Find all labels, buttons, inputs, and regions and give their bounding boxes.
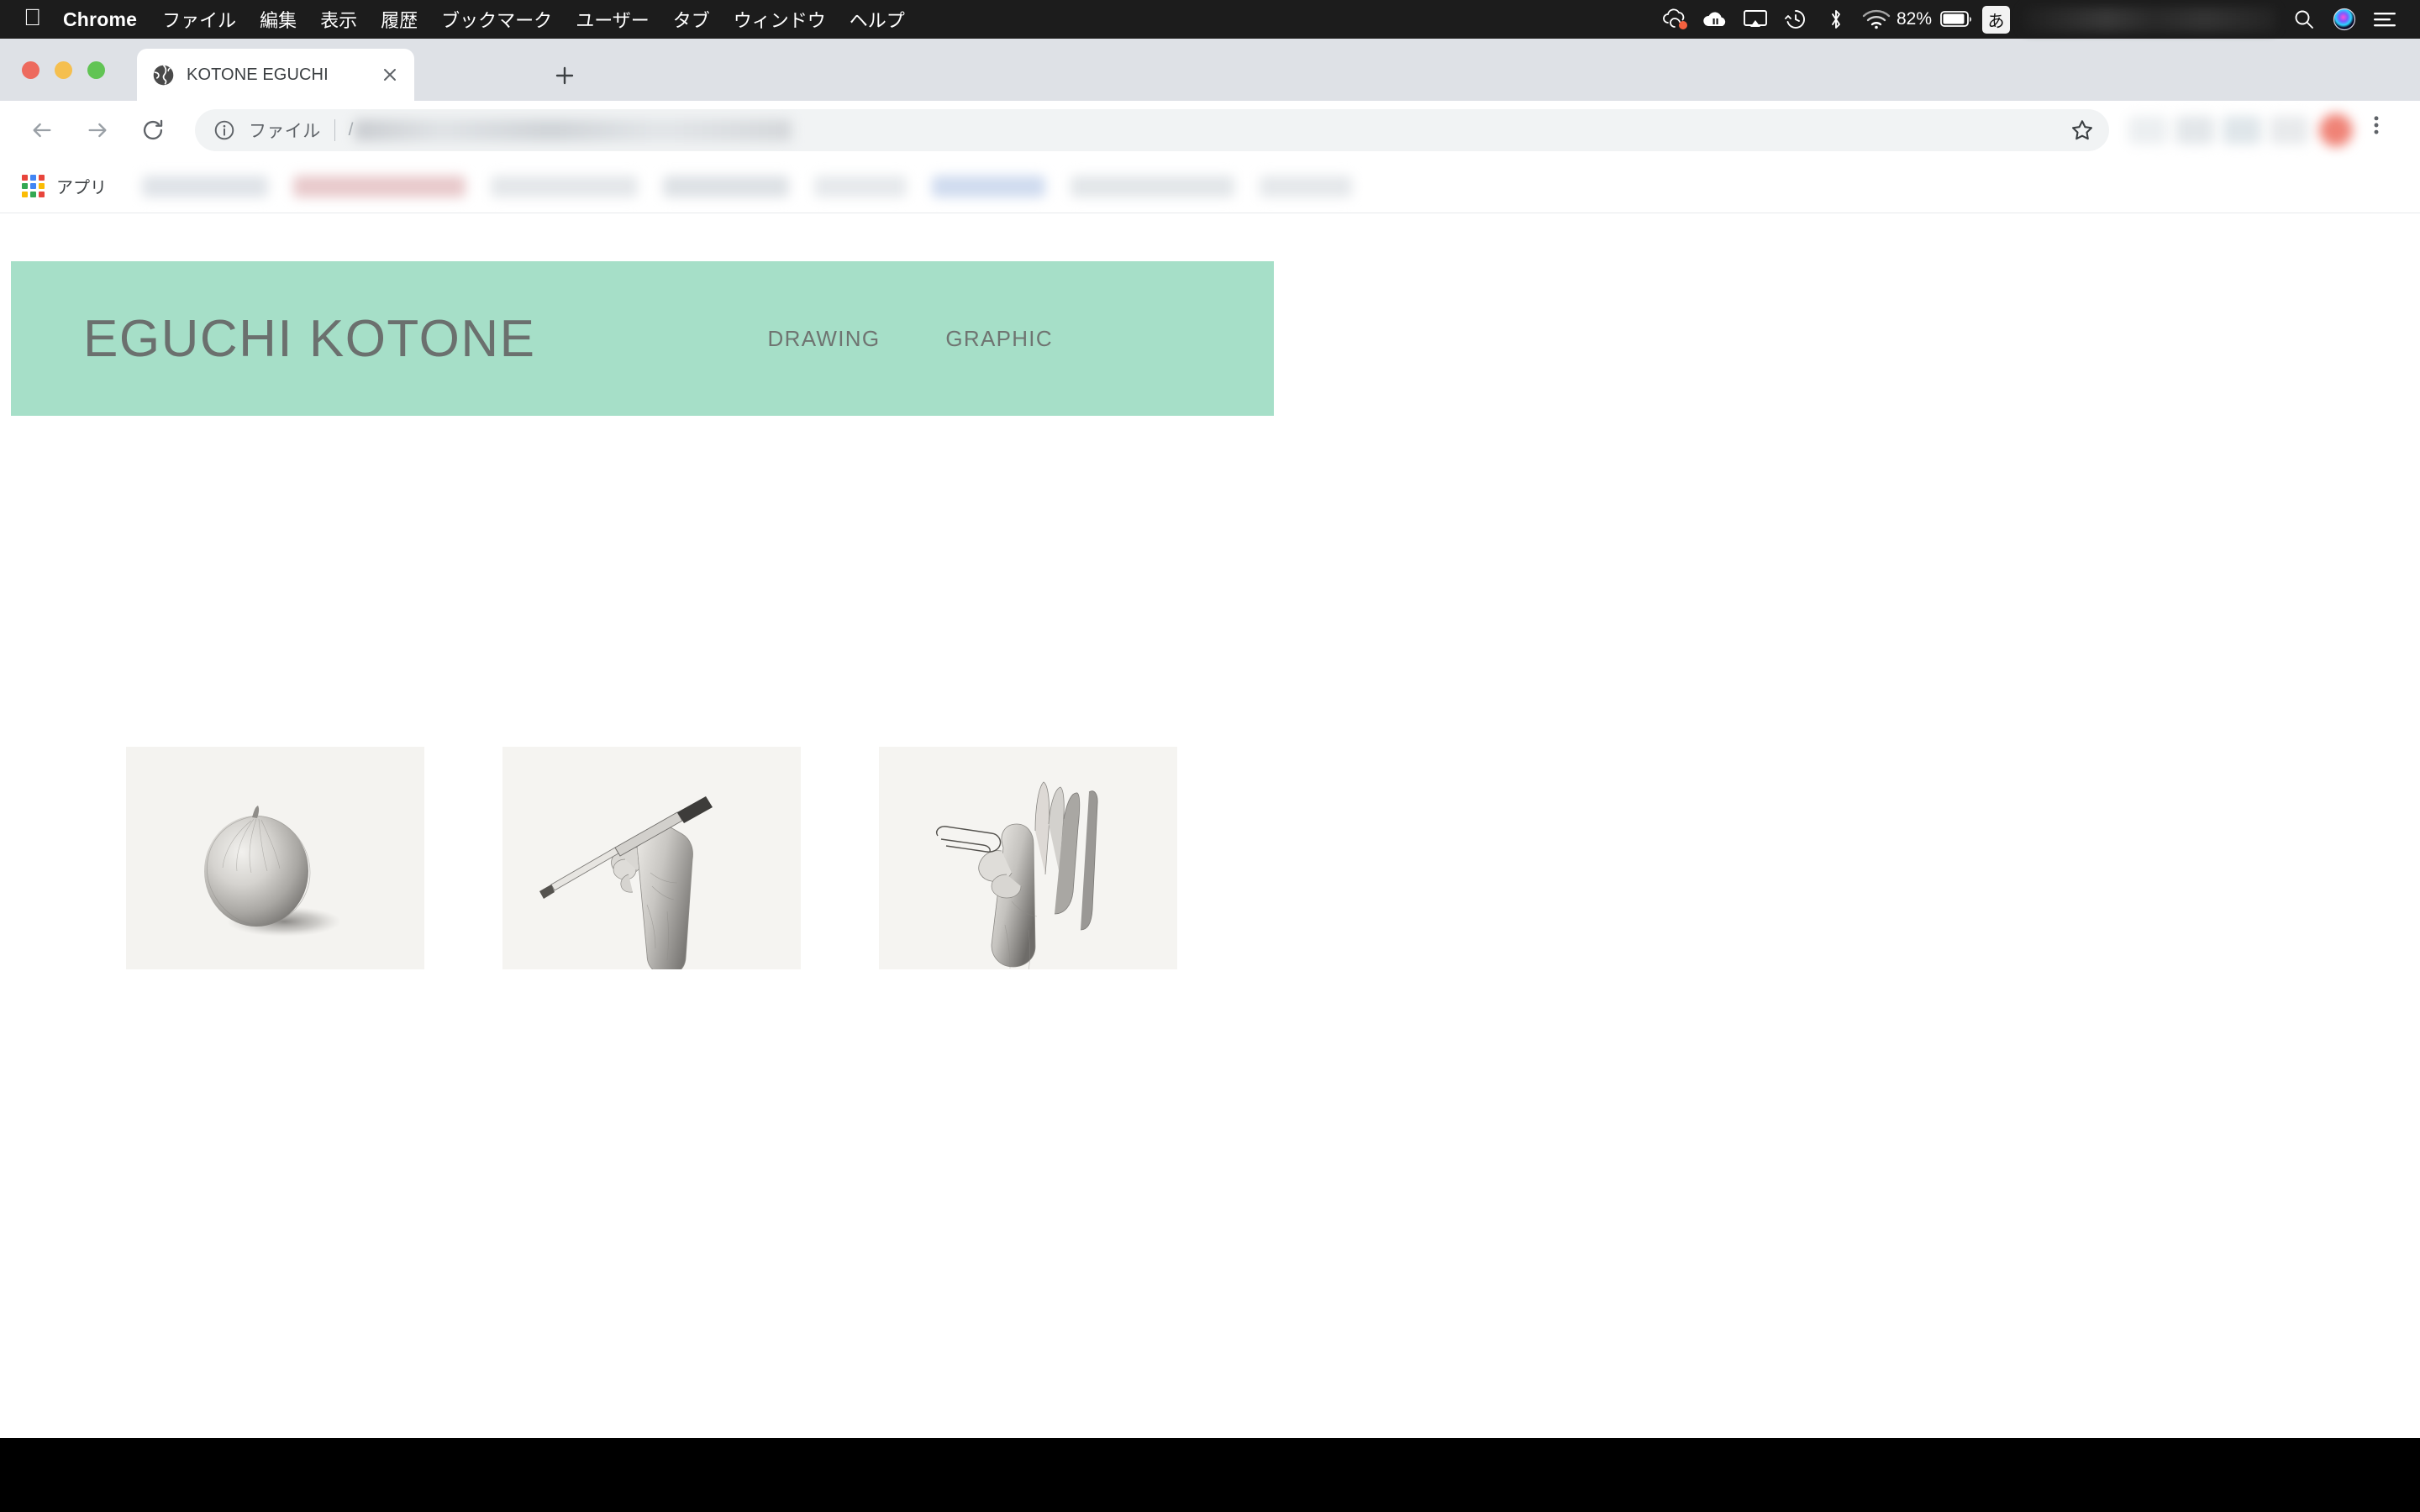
chrome-browser-window: KOTONE EGUCHI ファイル / アプリ EGUCHI KOTONE D… bbox=[0, 39, 2420, 1438]
input-method-indicator[interactable]: あ bbox=[1982, 5, 2010, 34]
address-bar[interactable]: ファイル / bbox=[195, 109, 2109, 151]
menubar-clock[interactable] bbox=[2023, 8, 2275, 31]
bookmark-item-redacted[interactable] bbox=[932, 175, 1045, 197]
hand-pen-drawing-image bbox=[502, 747, 801, 969]
apps-grid-icon bbox=[22, 175, 45, 197]
maximize-window-button[interactable] bbox=[87, 61, 105, 79]
menubar-status-area: 82% あ bbox=[1655, 0, 2420, 39]
url-scheme-label: ファイル bbox=[249, 122, 321, 141]
apps-grid-cell bbox=[30, 175, 36, 181]
menubar-item-help[interactable]: ヘルプ bbox=[850, 6, 905, 33]
profile-avatar[interactable] bbox=[2319, 113, 2353, 147]
menubar-item-tab[interactable]: タブ bbox=[673, 6, 710, 33]
extension-icon-4[interactable] bbox=[2270, 116, 2308, 144]
apps-grid-cell bbox=[22, 175, 28, 181]
apps-grid-cell bbox=[39, 192, 45, 197]
extension-icon-2[interactable] bbox=[2175, 116, 2214, 144]
bookmark-star-icon[interactable] bbox=[2070, 118, 2094, 142]
search-icon[interactable] bbox=[2284, 0, 2324, 39]
site-header-banner: EGUCHI KOTONE DRAWING GRAPHIC bbox=[11, 261, 1274, 416]
menubar-item-file[interactable]: ファイル bbox=[162, 6, 236, 33]
url-path-prefix: / bbox=[348, 120, 354, 139]
info-circle-icon[interactable] bbox=[213, 119, 235, 141]
minimize-window-button[interactable] bbox=[55, 61, 72, 79]
apps-grid-cell bbox=[39, 183, 45, 189]
menubar-item-bookmarks[interactable]: ブックマーク bbox=[441, 6, 552, 33]
cloud-pause-icon[interactable] bbox=[1695, 0, 1735, 39]
wifi-icon[interactable] bbox=[1856, 0, 1897, 39]
bookmark-item-redacted[interactable] bbox=[142, 175, 268, 197]
macos-menu-bar:  Chrome ファイル 編集 表示 履歴 ブックマーク ユーザー タブ ウィ… bbox=[0, 0, 2420, 39]
menubar-item-view[interactable]: 表示 bbox=[320, 6, 357, 33]
control-center-icon[interactable] bbox=[2365, 0, 2405, 39]
bookmarks-bar: アプリ bbox=[0, 160, 2420, 213]
cloud-sync-icon[interactable] bbox=[1655, 0, 1695, 39]
page-title: EGUCHI KOTONE bbox=[83, 309, 536, 368]
thumbnail-hand-holding-pen-drawing[interactable] bbox=[502, 747, 801, 969]
bookmark-item-redacted[interactable] bbox=[491, 175, 638, 197]
menubar-item-window[interactable]: ウィンドウ bbox=[734, 6, 826, 33]
bookmark-item-apps[interactable]: アプリ bbox=[22, 174, 107, 198]
reload-icon[interactable] bbox=[129, 107, 176, 154]
menubar-item-edit[interactable]: 編集 bbox=[260, 6, 297, 33]
battery-percent-label: 82% bbox=[1896, 9, 1932, 29]
browser-toolbar: ファイル / bbox=[0, 101, 2420, 160]
desktop-background-band bbox=[0, 1438, 2420, 1512]
apps-grid-cell bbox=[30, 192, 36, 197]
thumbnail-hand-holding-paperclip-drawing[interactable] bbox=[879, 747, 1177, 969]
browser-tab[interactable]: KOTONE EGUCHI bbox=[137, 49, 414, 101]
bluetooth-icon[interactable] bbox=[1816, 0, 1856, 39]
battery-icon[interactable] bbox=[1937, 0, 1977, 39]
globe-icon bbox=[152, 64, 175, 87]
plus-icon[interactable] bbox=[550, 61, 579, 90]
close-window-button[interactable] bbox=[22, 61, 39, 79]
bookmark-label-apps: アプリ bbox=[56, 179, 107, 197]
menubar-app-name[interactable]: Chrome bbox=[63, 8, 137, 31]
web-page-content: EGUCHI KOTONE DRAWING GRAPHIC bbox=[0, 213, 2420, 1438]
hand-paperclip-drawing-image bbox=[879, 747, 1177, 969]
bookmark-item-redacted[interactable] bbox=[1260, 175, 1352, 197]
menubar-item-history[interactable]: 履歴 bbox=[381, 6, 418, 33]
window-traffic-lights bbox=[22, 61, 105, 79]
bookmark-item-redacted[interactable] bbox=[293, 175, 466, 197]
bookmark-item-redacted[interactable] bbox=[663, 175, 789, 197]
back-arrow-icon[interactable] bbox=[18, 107, 66, 154]
extension-icon-1[interactable] bbox=[2128, 116, 2167, 144]
apps-grid-cell bbox=[22, 183, 28, 189]
bookmark-items-redacted bbox=[142, 175, 2420, 197]
url-text-redacted[interactable] bbox=[355, 119, 792, 141]
onion-drawing-image bbox=[126, 747, 424, 969]
apple-logo-icon[interactable]:  bbox=[24, 6, 41, 29]
tab-title: KOTONE EGUCHI bbox=[187, 65, 329, 84]
extension-icon-3[interactable] bbox=[2223, 116, 2261, 144]
nav-link-graphic[interactable]: GRAPHIC bbox=[945, 326, 1053, 352]
apps-grid-cell bbox=[22, 192, 28, 197]
siri-icon[interactable] bbox=[2324, 0, 2365, 39]
bookmark-item-redacted[interactable] bbox=[1071, 175, 1234, 197]
drawing-gallery bbox=[126, 747, 1177, 969]
airplay-icon[interactable] bbox=[1735, 0, 1776, 39]
thumbnail-onion-drawing[interactable] bbox=[126, 747, 424, 969]
menubar-item-profiles[interactable]: ユーザー bbox=[576, 6, 650, 33]
time-machine-icon[interactable] bbox=[1776, 0, 1816, 39]
forward-arrow-icon[interactable] bbox=[74, 107, 121, 154]
bookmark-item-redacted[interactable] bbox=[814, 175, 907, 197]
tab-strip: KOTONE EGUCHI bbox=[0, 39, 2420, 101]
nav-link-drawing[interactable]: DRAWING bbox=[768, 326, 881, 352]
apps-grid-cell bbox=[39, 175, 45, 181]
three-dot-menu-icon[interactable] bbox=[2365, 113, 2398, 147]
apps-grid-cell bbox=[30, 183, 36, 189]
close-icon[interactable] bbox=[377, 62, 402, 87]
omnibox-divider bbox=[334, 119, 335, 141]
site-navigation: DRAWING GRAPHIC bbox=[768, 326, 1053, 352]
